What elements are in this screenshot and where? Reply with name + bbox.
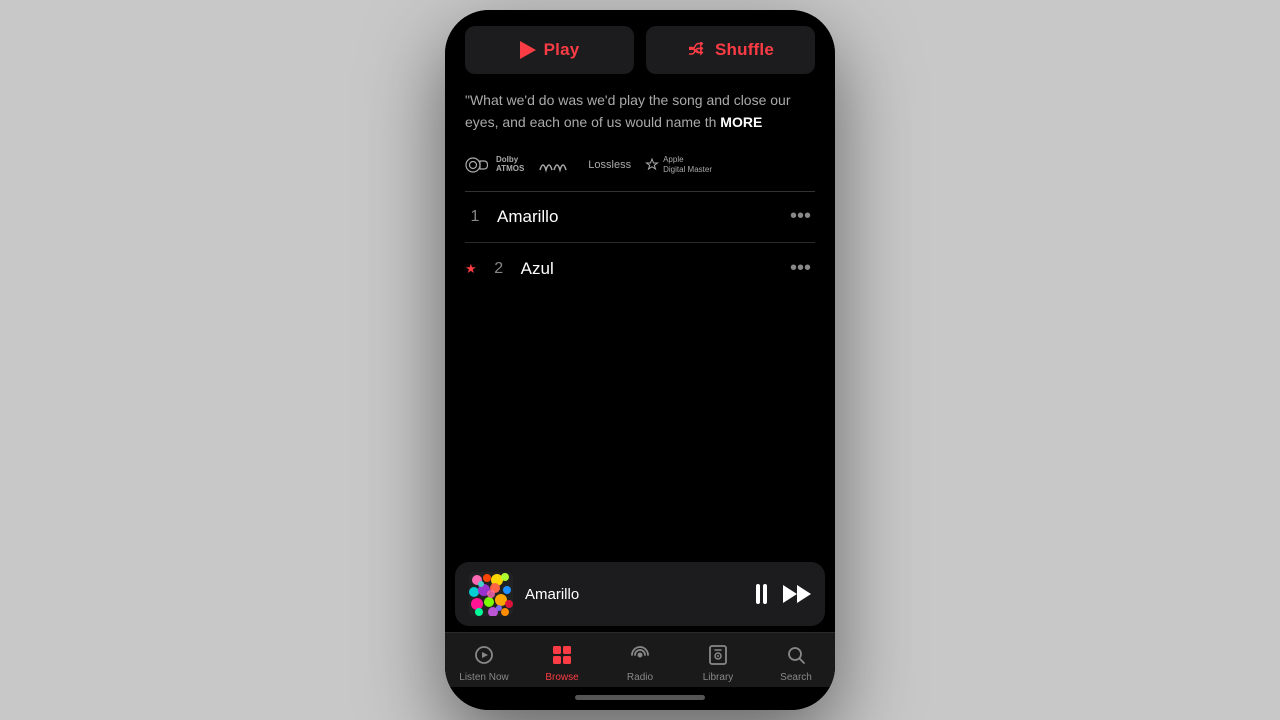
shuffle-button[interactable]: Shuffle — [646, 26, 815, 74]
listen-now-icon — [470, 641, 498, 669]
track-more-button-2[interactable]: ••• — [786, 257, 815, 280]
track-number-2: 2 — [489, 260, 509, 278]
table-row: ★ 2 Azul ••• — [465, 243, 815, 294]
play-button[interactable]: Play — [465, 26, 634, 74]
tab-browse-label: Browse — [545, 672, 578, 683]
track-name-2[interactable]: Azul — [521, 259, 774, 279]
quote-section: "What we'd do was we'd play the song and… — [445, 88, 835, 147]
more-link[interactable]: MORE — [720, 114, 762, 130]
pause-bar-left — [756, 584, 760, 604]
content-area: Play Shuffle " — [445, 10, 835, 556]
track-number-1: 1 — [465, 208, 485, 226]
tab-bar: Listen Now Browse — [445, 632, 835, 687]
now-playing-title: Amarillo — [525, 586, 744, 603]
track-name-1[interactable]: Amarillo — [497, 207, 774, 227]
home-bar — [575, 695, 705, 700]
apple-digital-master-badge: Apple Digital Master — [645, 155, 712, 174]
album-art — [469, 572, 513, 616]
tab-library-label: Library — [703, 672, 734, 683]
tab-search[interactable]: Search — [757, 641, 835, 683]
search-icon — [782, 641, 810, 669]
tab-listen-now[interactable]: Listen Now — [445, 641, 523, 683]
action-buttons: Play Shuffle — [445, 10, 835, 88]
tab-library[interactable]: Library — [679, 641, 757, 683]
screen: Play Shuffle " — [445, 10, 835, 710]
track-more-button-1[interactable]: ••• — [786, 205, 815, 228]
radio-icon — [626, 641, 654, 669]
dolby-atmos-badge: Dolby ATMOS — [465, 156, 524, 174]
pause-bar-right — [763, 584, 767, 604]
library-icon — [704, 641, 732, 669]
playback-controls — [756, 584, 811, 604]
phone-shell: Play Shuffle " — [445, 10, 835, 710]
track-star-2: ★ — [465, 261, 477, 277]
home-indicator — [445, 687, 835, 710]
track-list: 1 Amarillo ••• ★ 2 Azul ••• — [445, 191, 835, 294]
play-label: Play — [544, 40, 580, 60]
lossless-badge: Lossless — [538, 156, 631, 174]
tab-radio-label: Radio — [627, 672, 653, 683]
badges-row: Dolby ATMOS Lossless — [445, 147, 835, 190]
tab-listen-now-label: Listen Now — [459, 672, 508, 683]
quote-text: "What we'd do was we'd play the song and… — [465, 90, 815, 133]
shuffle-icon — [687, 42, 707, 58]
browse-icon — [548, 641, 576, 669]
pause-button[interactable] — [756, 584, 767, 604]
tab-search-label: Search — [780, 672, 812, 683]
now-playing-bar[interactable]: Amarillo — [455, 562, 825, 626]
tab-browse[interactable]: Browse — [523, 641, 601, 683]
play-icon — [520, 41, 536, 59]
table-row: 1 Amarillo ••• — [465, 191, 815, 243]
ff-triangle-1 — [783, 585, 797, 603]
ff-triangle-2 — [797, 585, 811, 603]
tab-radio[interactable]: Radio — [601, 641, 679, 683]
fast-forward-button[interactable] — [783, 585, 811, 603]
shuffle-label: Shuffle — [715, 40, 774, 60]
